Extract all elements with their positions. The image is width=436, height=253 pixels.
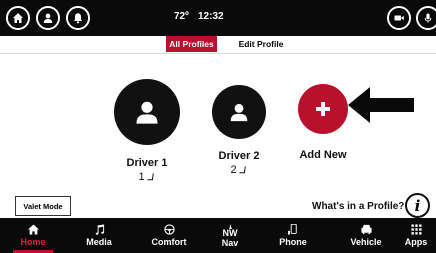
temperature-readout: 72º xyxy=(174,11,189,22)
driver-2-avatar xyxy=(212,85,266,139)
nav-comfort[interactable]: Comfort xyxy=(137,218,201,253)
music-note-icon xyxy=(95,224,104,235)
seat-icon xyxy=(147,172,154,180)
video-camera-icon xyxy=(394,15,404,21)
add-new-profile[interactable]: Add New xyxy=(293,84,353,161)
driver-profile-button[interactable] xyxy=(36,6,60,30)
home-icon xyxy=(13,13,23,23)
seat-memory-indicator: 1 xyxy=(138,171,155,183)
nav-phone[interactable]: Phone xyxy=(268,218,318,253)
profile-driver-2[interactable]: Driver 2 2 xyxy=(205,85,273,176)
seat-memory-indicator: 2 xyxy=(230,164,247,176)
nav-label: Home xyxy=(20,237,46,247)
add-profile-button[interactable] xyxy=(298,84,348,134)
clock: 12:32 xyxy=(198,11,224,22)
home-icon xyxy=(27,224,39,235)
nav-media[interactable]: Media xyxy=(70,218,128,253)
profile-driver-1[interactable]: Driver 1 1 xyxy=(108,79,186,183)
tab-divider xyxy=(0,53,436,54)
person-icon xyxy=(43,13,53,23)
steering-wheel-icon xyxy=(163,224,175,235)
person-icon xyxy=(230,103,248,122)
seat-icon xyxy=(239,165,246,173)
bell-icon xyxy=(73,13,83,24)
nav-label: Comfort xyxy=(151,237,187,247)
nav-vehicle[interactable]: Vehicle xyxy=(336,218,396,253)
microphone-icon xyxy=(424,13,432,23)
arrow-pointer-icon xyxy=(348,87,414,123)
nav-label: Nav xyxy=(221,237,239,248)
grid-icon xyxy=(410,224,422,235)
info-icon[interactable]: i xyxy=(405,193,430,218)
add-new-label: Add New xyxy=(299,149,347,161)
tab-all-profiles[interactable]: All Profiles xyxy=(166,36,217,52)
person-icon xyxy=(136,101,158,124)
voice-command-button[interactable] xyxy=(416,6,436,30)
compass-heading: NW xyxy=(222,227,238,238)
notifications-button[interactable] xyxy=(66,6,90,30)
nav-label: Media xyxy=(86,237,112,247)
valet-mode-button[interactable]: Valet Mode xyxy=(15,196,71,216)
nav-apps[interactable]: Apps xyxy=(396,218,436,253)
seat-number: 1 xyxy=(138,171,145,183)
profile-tabs: All Profiles Edit Profile xyxy=(0,36,436,52)
profile-name: Driver 1 xyxy=(126,157,168,169)
camera-button[interactable] xyxy=(387,6,411,30)
home-shortcut-button[interactable] xyxy=(6,6,30,30)
tab-edit-profile[interactable]: Edit Profile xyxy=(232,36,290,52)
whats-in-profile-label[interactable]: What's in a Profile? xyxy=(312,201,404,212)
status-bar: 72º 12:32 xyxy=(0,0,436,36)
nav-label: Apps xyxy=(404,237,428,247)
nav-home[interactable]: Home xyxy=(6,218,60,253)
bottom-nav: Home Media Comfort NW Nav Phone Vehicle … xyxy=(0,218,436,253)
nav-label: Vehicle xyxy=(350,237,382,247)
nav-nav[interactable]: NW Nav xyxy=(208,218,252,253)
profile-name: Driver 2 xyxy=(218,150,260,162)
nav-label: Phone xyxy=(279,237,307,247)
plus-icon xyxy=(316,102,330,116)
driver-1-avatar xyxy=(114,79,180,145)
car-icon xyxy=(360,224,372,235)
phone-icon xyxy=(287,224,297,235)
seat-number: 2 xyxy=(230,164,237,176)
